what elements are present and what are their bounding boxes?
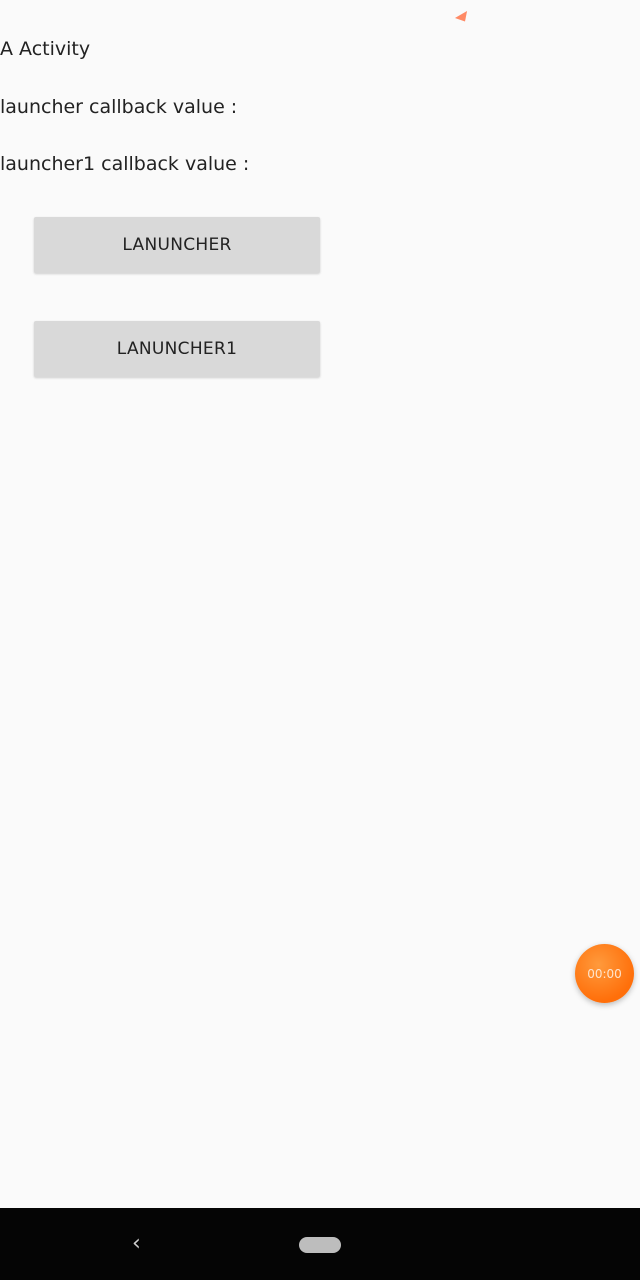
timer-text: 00:00	[587, 966, 622, 981]
launcher1-callback-value: launcher1 callback value :	[0, 153, 250, 175]
navigation-bar: ‹	[0, 1208, 640, 1280]
screen-recorder-timer-button[interactable]: 00:00	[575, 944, 634, 1003]
launcher1-button[interactable]: LANUNCHER1	[34, 321, 320, 377]
home-pill-icon[interactable]	[299, 1237, 341, 1253]
launcher-button[interactable]: LANUNCHER	[34, 217, 320, 273]
back-icon[interactable]: ‹	[132, 1233, 150, 1255]
activity-title: A Activity	[0, 38, 91, 60]
app-screen: A Activity launcher callback value : lau…	[0, 0, 640, 1280]
launcher-callback-value: launcher callback value :	[0, 96, 238, 118]
recording-indicator-icon	[454, 11, 472, 25]
